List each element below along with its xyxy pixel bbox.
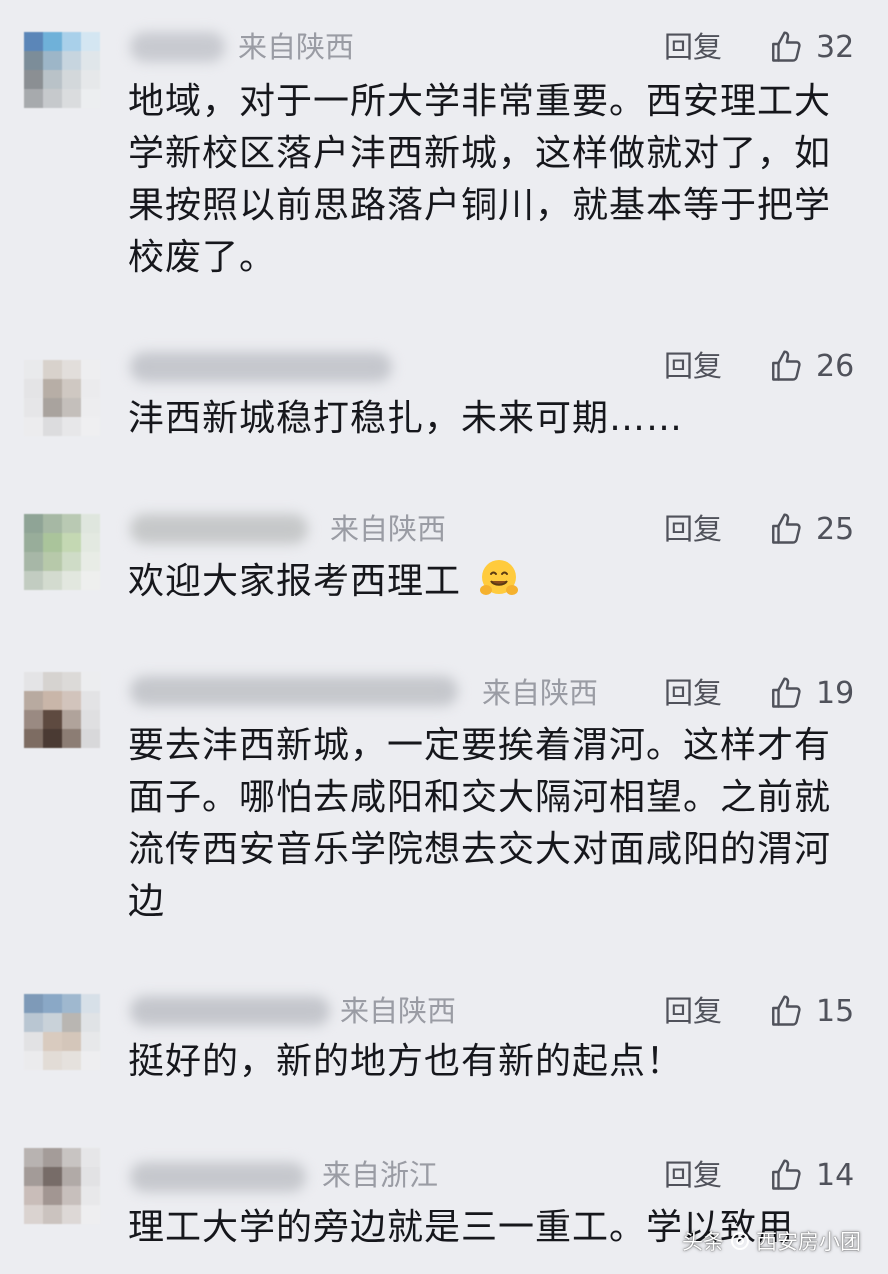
like-count: 15	[816, 993, 855, 1029]
at-icon	[731, 1232, 749, 1250]
reply-button[interactable]: 回复	[664, 512, 722, 546]
thumbs-up-icon	[772, 995, 801, 1026]
watermark-source: 头条	[682, 1230, 724, 1254]
thumbs-up-icon	[772, 677, 801, 708]
avatar[interactable]	[24, 1148, 100, 1224]
avatar[interactable]	[24, 514, 100, 590]
comment-text: 要去沣西新城，一定要挨着渭河。这样才有面子。哪怕去咸阳和交大隔河相望。之前就流传…	[128, 725, 832, 922]
avatar[interactable]	[24, 360, 100, 436]
reply-button[interactable]: 回复	[664, 1158, 722, 1192]
like-button[interactable]: 19	[768, 673, 854, 713]
username-blurred[interactable]	[130, 352, 392, 382]
watermark: 头条 西安房小团	[682, 1226, 861, 1256]
comment-text: 地域，对于一所大学非常重要。西安理工大学新校区落户沣西新城，这样做就对了，如果按…	[128, 81, 832, 278]
comment-item: 来自陕西 回复 25 欢迎大家报考西理工	[0, 490, 888, 650]
watermark-author: 西安房小团	[756, 1230, 861, 1254]
like-count: 14	[816, 1157, 855, 1193]
comment-text: 欢迎大家报考西理工	[128, 556, 848, 608]
username-blurred[interactable]	[130, 676, 458, 706]
like-button[interactable]: 14	[768, 1155, 854, 1195]
username-blurred[interactable]	[130, 32, 225, 62]
like-button[interactable]: 15	[768, 991, 854, 1031]
username-blurred[interactable]	[130, 996, 330, 1026]
username-blurred[interactable]	[130, 1162, 306, 1192]
like-count: 26	[816, 348, 855, 384]
thumbs-up-icon	[772, 513, 801, 544]
reply-button[interactable]: 回复	[664, 349, 722, 383]
like-count: 32	[816, 29, 855, 65]
like-count: 25	[816, 511, 855, 547]
like-button[interactable]: 32	[768, 27, 854, 67]
avatar[interactable]	[24, 32, 100, 108]
region-label: 来自陕西	[238, 30, 355, 64]
comment-item: 来自陕西 回复 15 挺好的，新的地方也有新的起点！	[0, 980, 888, 1140]
thumbs-up-icon	[772, 31, 801, 62]
thumbs-up-icon	[772, 1159, 801, 1190]
comment-item: 回复 26 沣西新城稳打稳扎，未来可期……	[0, 330, 888, 490]
thumbs-up-icon	[772, 350, 801, 381]
like-button[interactable]: 25	[768, 509, 854, 549]
reply-button[interactable]: 回复	[664, 676, 722, 710]
username-blurred[interactable]	[130, 514, 308, 544]
comment-text-content: 欢迎大家报考西理工	[128, 561, 462, 602]
comment-item: 来自陕西 回复 19 要去沣西新城，一定要挨着渭河。这样才有面子。哪怕去咸阳和交…	[0, 650, 888, 980]
comment-text: 挺好的，新的地方也有新的起点！	[128, 1041, 684, 1082]
reply-button[interactable]: 回复	[664, 30, 722, 64]
region-label: 来自陕西	[482, 676, 599, 710]
region-label: 来自陕西	[330, 512, 447, 546]
region-label: 来自陕西	[340, 994, 457, 1028]
hugging-face-emoji-icon	[480, 560, 519, 595]
like-button[interactable]: 26	[768, 346, 854, 386]
comment-text: 沣西新城稳打稳扎，未来可期……	[128, 398, 684, 439]
reply-button[interactable]: 回复	[664, 994, 722, 1028]
comment-item: 来自陕西 回复 32 地域，对于一所大学非常重要。西安理工大学新校区落户沣西新城…	[0, 0, 888, 330]
avatar[interactable]	[24, 672, 100, 748]
like-count: 19	[816, 675, 855, 711]
avatar[interactable]	[24, 994, 100, 1070]
region-label: 来自浙江	[322, 1158, 439, 1192]
